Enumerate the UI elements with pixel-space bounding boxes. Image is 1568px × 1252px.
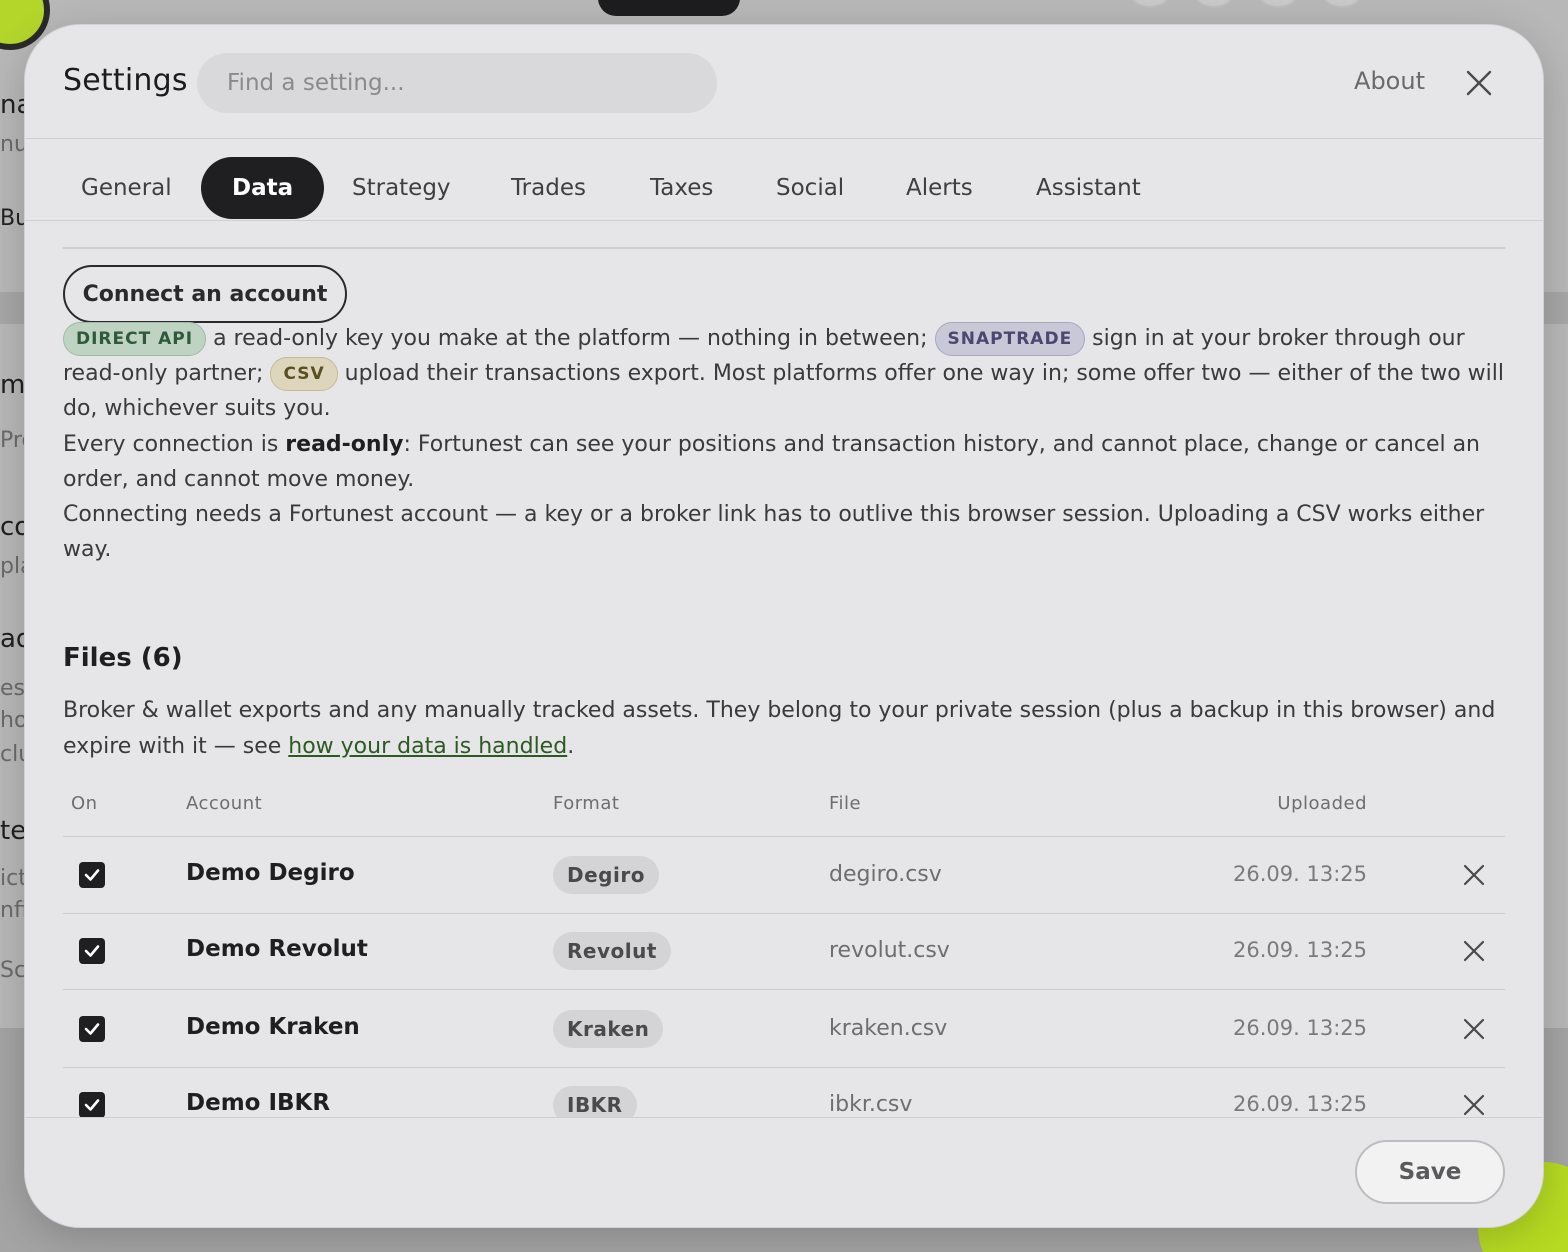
file-name: ibkr.csv bbox=[829, 1092, 913, 1117]
file-name: revolut.csv bbox=[829, 938, 950, 963]
about-link[interactable]: About bbox=[1354, 67, 1425, 95]
files-description-suffix: . bbox=[567, 734, 575, 759]
enabled-checkbox[interactable] bbox=[79, 862, 105, 888]
background-text: Sc bbox=[0, 958, 27, 983]
direct-api-badge: DIRECT API bbox=[63, 322, 207, 356]
remove-file-icon[interactable] bbox=[1463, 1094, 1485, 1116]
tab-trades[interactable]: Trades bbox=[480, 157, 617, 219]
background-circle bbox=[1130, 0, 1170, 8]
data-handling-link[interactable]: how your data is handled bbox=[288, 734, 567, 759]
snaptrade-badge: SNAPTRADE bbox=[934, 322, 1086, 356]
connect-account-button[interactable]: Connect an account bbox=[63, 265, 347, 323]
remove-file-icon[interactable] bbox=[1463, 1018, 1485, 1040]
column-uploaded: Uploaded bbox=[1277, 793, 1367, 814]
column-on: On bbox=[71, 793, 98, 814]
account-name: Demo Kraken bbox=[186, 1014, 360, 1040]
uploaded-time: 26.09. 13:25 bbox=[1233, 1016, 1367, 1040]
file-name: kraken.csv bbox=[829, 1016, 948, 1041]
data-tab-content: Connect an account DIRECT API a read-onl… bbox=[63, 221, 1505, 1117]
remove-file-icon[interactable] bbox=[1463, 940, 1485, 962]
account-required-note: Connecting needs a Fortunest account — a… bbox=[63, 502, 1485, 562]
files-table-header: On Account Format File Uploaded bbox=[63, 789, 1505, 837]
save-button[interactable]: Save bbox=[1355, 1140, 1505, 1204]
format-badge: Degiro bbox=[553, 856, 659, 894]
background-text: es bbox=[0, 676, 25, 701]
format-badge: Revolut bbox=[553, 932, 671, 970]
background-circle bbox=[1258, 0, 1298, 8]
divider bbox=[63, 247, 1505, 249]
enabled-checkbox[interactable] bbox=[79, 1092, 105, 1117]
files-heading: Files (6) bbox=[63, 643, 183, 673]
settings-search-input[interactable] bbox=[197, 53, 717, 113]
read-only-note: Every connection is read-only: Fortunest… bbox=[63, 427, 1505, 497]
format-badge: Kraken bbox=[553, 1010, 664, 1048]
account-name: Demo IBKR bbox=[186, 1090, 331, 1116]
table-row: Demo IBKR IBKR ibkr.csv 26.09. 13:25 bbox=[63, 1068, 1505, 1117]
tab-data[interactable]: Data bbox=[201, 157, 325, 219]
column-file: File bbox=[829, 793, 862, 814]
format-badge: IBKR bbox=[553, 1086, 637, 1117]
dialog-title: Settings bbox=[63, 63, 188, 98]
background-pill bbox=[598, 0, 740, 16]
tab-general[interactable]: General bbox=[50, 157, 203, 219]
table-row: Demo Degiro Degiro degiro.csv 26.09. 13:… bbox=[63, 838, 1505, 914]
background-circle bbox=[1194, 0, 1234, 8]
table-row: Demo Revolut Revolut revolut.csv 26.09. … bbox=[63, 914, 1505, 990]
settings-dialog: Settings About General Data Strategy Tra… bbox=[24, 24, 1544, 1228]
account-name: Demo Degiro bbox=[186, 860, 355, 886]
table-row: Demo Kraken Kraken kraken.csv 26.09. 13:… bbox=[63, 992, 1505, 1068]
account-name: Demo Revolut bbox=[186, 936, 368, 962]
direct-api-description: a read-only key you make at the platform… bbox=[206, 326, 935, 351]
read-only-prefix: Every connection is bbox=[63, 432, 286, 457]
read-only-emphasis: read-only bbox=[285, 432, 404, 457]
file-name: degiro.csv bbox=[829, 862, 942, 887]
background-circle bbox=[1322, 0, 1362, 8]
tab-strategy[interactable]: Strategy bbox=[321, 157, 482, 219]
settings-tabs: General Data Strategy Trades Taxes Socia… bbox=[25, 139, 1543, 221]
dialog-footer: Save bbox=[25, 1117, 1543, 1227]
enabled-checkbox[interactable] bbox=[79, 1016, 105, 1042]
remove-file-icon[interactable] bbox=[1463, 864, 1485, 886]
files-description-prefix: Broker & wallet exports and any manually… bbox=[63, 698, 1496, 759]
uploaded-time: 26.09. 13:25 bbox=[1233, 938, 1367, 962]
column-account: Account bbox=[186, 793, 263, 814]
uploaded-time: 26.09. 13:25 bbox=[1233, 1092, 1367, 1116]
tab-assistant[interactable]: Assistant bbox=[1005, 157, 1172, 219]
files-description: Broker & wallet exports and any manually… bbox=[63, 693, 1505, 765]
tab-alerts[interactable]: Alerts bbox=[875, 157, 1004, 219]
enabled-checkbox[interactable] bbox=[79, 938, 105, 964]
dialog-header: Settings About bbox=[25, 25, 1543, 139]
column-format: Format bbox=[553, 793, 620, 814]
background-text: ict bbox=[0, 866, 27, 891]
tab-social[interactable]: Social bbox=[745, 157, 875, 219]
close-icon[interactable] bbox=[1465, 69, 1493, 97]
connection-methods-text: DIRECT API a read-only key you make at t… bbox=[63, 321, 1505, 426]
csv-badge: CSV bbox=[270, 357, 338, 391]
tab-taxes[interactable]: Taxes bbox=[619, 157, 744, 219]
uploaded-time: 26.09. 13:25 bbox=[1233, 862, 1367, 886]
